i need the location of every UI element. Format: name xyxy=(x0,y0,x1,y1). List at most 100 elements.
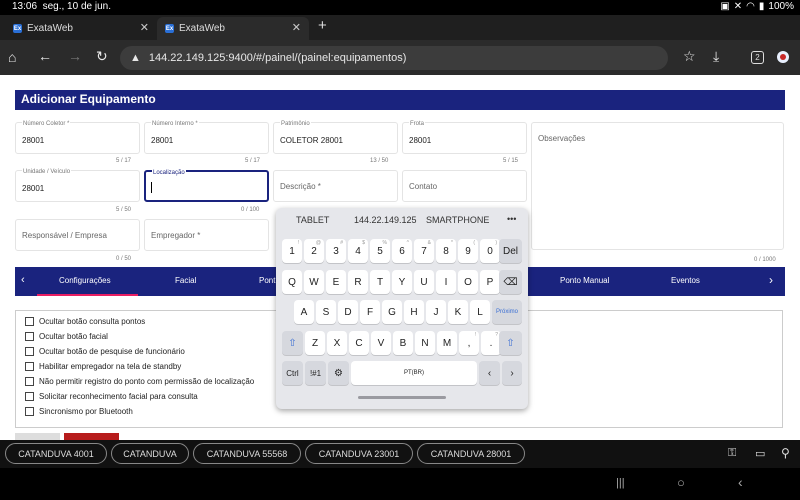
next-key[interactable]: Próximo xyxy=(492,300,522,324)
checkbox[interactable] xyxy=(25,392,34,401)
localizacao-field[interactable]: Localização xyxy=(144,170,269,202)
new-tab-icon[interactable]: + xyxy=(318,17,327,34)
chip[interactable]: CATANDUVA 28001 xyxy=(417,443,525,464)
checkbox[interactable] xyxy=(25,362,34,371)
letter-key[interactable]: D xyxy=(338,300,358,324)
letter-key[interactable]: S xyxy=(316,300,336,324)
checkbox[interactable] xyxy=(25,332,34,341)
card-icon[interactable]: ▭ xyxy=(755,447,765,460)
browser-tab-active[interactable]: Ex ExataWeb ✕ xyxy=(157,17,309,40)
close-tab-icon[interactable]: ✕ xyxy=(292,21,301,34)
patrimonio-field[interactable]: Patrimônio COLETOR 28001 xyxy=(273,121,398,154)
letter-key[interactable]: Z xyxy=(305,331,325,355)
space-key[interactable]: PT(BR) xyxy=(351,361,477,385)
cancel-button[interactable] xyxy=(15,433,60,440)
letter-key[interactable]: G xyxy=(382,300,402,324)
tab-switcher-button[interactable]: 2 xyxy=(751,51,764,64)
number-key[interactable]: 3 # xyxy=(326,239,346,263)
letter-key[interactable]: R xyxy=(348,270,368,294)
back-nav-icon[interactable]: ‹ xyxy=(738,474,743,490)
letter-key[interactable]: C xyxy=(349,331,369,355)
keyboard-handle[interactable] xyxy=(358,396,446,399)
address-bar[interactable]: ▲ 144.22.149.125:9400/#/painel/(painel:e… xyxy=(120,46,668,70)
letter-key[interactable]: ,! xyxy=(459,331,479,355)
letter-key[interactable]: Y xyxy=(392,270,412,294)
letter-key[interactable]: A xyxy=(294,300,314,324)
letter-key[interactable]: F xyxy=(360,300,380,324)
tab-configuracoes[interactable]: Configurações xyxy=(59,276,111,285)
unidade-veiculo-field[interactable]: Unidade / Veículo 28001 xyxy=(15,169,140,202)
letter-key[interactable]: Q xyxy=(282,270,302,294)
home-nav-icon[interactable]: ○ xyxy=(677,475,685,490)
save-button[interactable] xyxy=(64,433,119,440)
contato-field[interactable]: Contato xyxy=(402,170,527,202)
chip[interactable]: CATANDUVA xyxy=(111,443,189,464)
empregador-select[interactable]: Empregador * xyxy=(144,219,269,251)
chevron-right-icon[interactable]: › xyxy=(502,361,522,385)
forward-icon[interactable]: → xyxy=(68,48,82,64)
responsavel-empresa-field[interactable]: Responsável / Empresa xyxy=(15,219,140,251)
frota-field[interactable]: Frota 28001 xyxy=(402,121,527,154)
chevron-left-icon[interactable]: ‹ xyxy=(21,274,25,286)
number-key[interactable]: 6 ^ xyxy=(392,239,412,263)
back-icon[interactable]: ← xyxy=(38,48,52,64)
avatar[interactable] xyxy=(777,51,789,63)
letter-key[interactable]: K xyxy=(448,300,468,324)
number-key[interactable]: 9( xyxy=(458,239,478,263)
recents-icon[interactable]: ||| xyxy=(616,477,625,489)
tab-eventos[interactable]: Eventos xyxy=(671,276,700,285)
numero-coletor-field[interactable]: Número Coletor * 28001 xyxy=(15,121,140,154)
letter-key[interactable]: J xyxy=(426,300,446,324)
suggestion[interactable]: 144.22.149.125 xyxy=(354,215,417,225)
numero-interno-field[interactable]: Número Interno * 28001 xyxy=(144,121,269,154)
checkbox[interactable] xyxy=(25,347,34,356)
chip[interactable]: CATANDUVA 23001 xyxy=(305,443,413,464)
letter-key[interactable]: P xyxy=(480,270,500,294)
tab-ponto-manual[interactable]: Ponto Manual xyxy=(560,276,609,285)
chip[interactable]: CATANDUVA 4001 xyxy=(5,443,107,464)
number-key[interactable]: 2 @ xyxy=(304,239,324,263)
checkbox[interactable] xyxy=(25,377,34,386)
delete-key[interactable]: Del xyxy=(499,239,522,263)
chevron-right-icon[interactable]: › xyxy=(769,273,773,287)
more-icon[interactable]: ••• xyxy=(507,214,516,224)
observacoes-field[interactable]: Observações xyxy=(531,122,784,250)
number-key[interactable]: 5% xyxy=(370,239,390,263)
descricao-field[interactable]: Descrição * xyxy=(273,170,398,202)
letter-key[interactable]: .? xyxy=(481,331,501,355)
close-tab-icon[interactable]: ✕ xyxy=(140,21,149,34)
download-icon[interactable]: ⤓ xyxy=(713,48,719,65)
letter-key[interactable]: U xyxy=(414,270,434,294)
letter-key[interactable]: B xyxy=(393,331,413,355)
letter-key[interactable]: M xyxy=(437,331,457,355)
key-icon[interactable]: ⚿ xyxy=(728,447,736,460)
checkbox[interactable] xyxy=(25,407,34,416)
shift-right-icon[interactable]: ⇧ xyxy=(499,331,522,355)
letter-key[interactable]: T xyxy=(370,270,390,294)
letter-key[interactable]: E xyxy=(326,270,346,294)
letter-key[interactable]: N xyxy=(415,331,435,355)
settings-icon[interactable]: ⚙ xyxy=(328,361,349,385)
browser-tab[interactable]: Ex ExataWeb ✕ xyxy=(5,17,157,40)
chip[interactable]: CATANDUVA 55568 xyxy=(193,443,301,464)
number-key[interactable]: 1! xyxy=(282,239,302,263)
suggestion[interactable]: SMARTPHONE xyxy=(426,215,489,225)
reload-icon[interactable]: ↻ xyxy=(96,48,108,65)
checkbox[interactable] xyxy=(25,317,34,326)
letter-key[interactable]: W xyxy=(304,270,324,294)
letter-key[interactable]: O xyxy=(458,270,478,294)
tab-ponto[interactable]: Pont xyxy=(259,276,275,285)
home-icon[interactable]: ⌂ xyxy=(8,49,16,65)
number-key[interactable]: 8 * xyxy=(436,239,456,263)
ctrl-key[interactable]: Ctrl xyxy=(282,361,303,385)
star-icon[interactable]: ☆ xyxy=(683,48,696,65)
number-key[interactable]: 0) xyxy=(480,239,500,263)
suggestion[interactable]: TABLET xyxy=(296,215,329,225)
location-icon[interactable]: ⚲ xyxy=(781,446,790,460)
number-key[interactable]: 7 & xyxy=(414,239,434,263)
letter-key[interactable]: L xyxy=(470,300,490,324)
letter-key[interactable]: V xyxy=(371,331,391,355)
number-key[interactable]: 4 $ xyxy=(348,239,368,263)
tab-facial[interactable]: Facial xyxy=(175,276,196,285)
letter-key[interactable]: X xyxy=(327,331,347,355)
